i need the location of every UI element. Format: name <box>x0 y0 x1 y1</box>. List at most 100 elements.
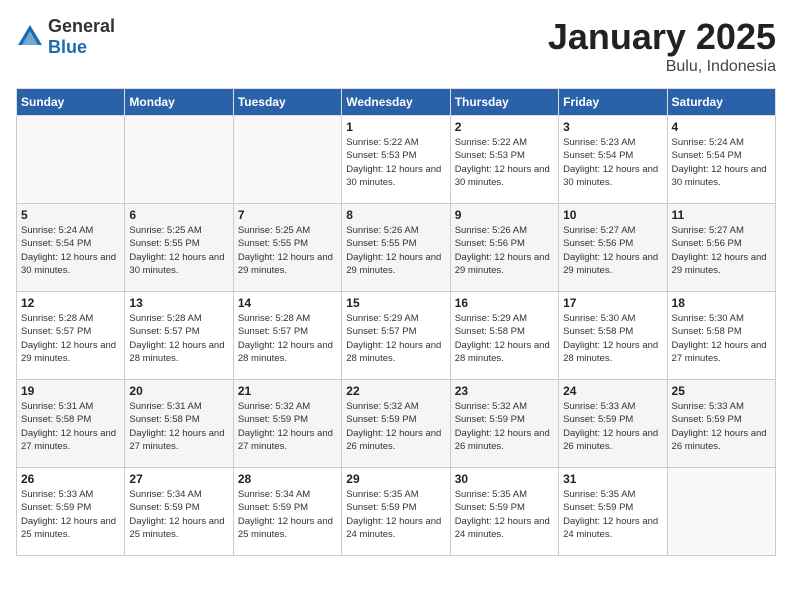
calendar-cell: 21Sunrise: 5:32 AM Sunset: 5:59 PM Dayli… <box>233 380 341 468</box>
day-number: 9 <box>455 208 554 222</box>
day-info: Sunrise: 5:25 AM Sunset: 5:55 PM Dayligh… <box>129 224 228 277</box>
calendar-cell: 2Sunrise: 5:22 AM Sunset: 5:53 PM Daylig… <box>450 116 558 204</box>
day-info: Sunrise: 5:29 AM Sunset: 5:57 PM Dayligh… <box>346 312 445 365</box>
day-info: Sunrise: 5:24 AM Sunset: 5:54 PM Dayligh… <box>21 224 120 277</box>
day-number: 11 <box>672 208 771 222</box>
page-header: General Blue January 2025 Bulu, Indonesi… <box>16 16 776 76</box>
day-number: 25 <box>672 384 771 398</box>
day-number: 23 <box>455 384 554 398</box>
day-info: Sunrise: 5:34 AM Sunset: 5:59 PM Dayligh… <box>238 488 337 541</box>
day-info: Sunrise: 5:33 AM Sunset: 5:59 PM Dayligh… <box>21 488 120 541</box>
day-info: Sunrise: 5:31 AM Sunset: 5:58 PM Dayligh… <box>129 400 228 453</box>
calendar-cell <box>667 468 775 556</box>
calendar-cell: 10Sunrise: 5:27 AM Sunset: 5:56 PM Dayli… <box>559 204 667 292</box>
calendar-cell: 5 Sunrise: 5:24 AM Sunset: 5:54 PM Daylig… <box>17 204 125 292</box>
calendar-cell: 9 Sunrise: 5:26 AM Sunset: 5:56 PM Daylig… <box>450 204 558 292</box>
header-day: Thursday <box>450 89 558 116</box>
header-day: Tuesday <box>233 89 341 116</box>
header-day: Wednesday <box>342 89 450 116</box>
calendar-cell: 20Sunrise: 5:31 AM Sunset: 5:58 PM Dayli… <box>125 380 233 468</box>
day-info: Sunrise: 5:26 AM Sunset: 5:55 PM Dayligh… <box>346 224 445 277</box>
day-number: 5 <box>21 208 120 222</box>
calendar-cell: 16 Sunrise: 5:29 AM Sunset: 5:58 PM Dayli… <box>450 292 558 380</box>
calendar-cell: 15 Sunrise: 5:29 AM Sunset: 5:57 PM Dayli… <box>342 292 450 380</box>
calendar-table: SundayMondayTuesdayWednesdayThursdayFrid… <box>16 88 776 556</box>
calendar-cell: 3 Sunrise: 5:23 AM Sunset: 5:54 PM Daylig… <box>559 116 667 204</box>
calendar-cell: 13 Sunrise: 5:28 AM Sunset: 5:57 PM Dayli… <box>125 292 233 380</box>
day-info: Sunrise: 5:32 AM Sunset: 5:59 PM Dayligh… <box>346 400 445 453</box>
day-info: Sunrise: 5:29 AM Sunset: 5:58 PM Dayligh… <box>455 312 554 365</box>
header-row: SundayMondayTuesdayWednesdayThursdayFrid… <box>17 89 776 116</box>
calendar-cell: 14Sunrise: 5:28 AM Sunset: 5:57 PM Dayli… <box>233 292 341 380</box>
day-info: Sunrise: 5:22 AM Sunset: 5:53 PM Dayligh… <box>455 136 554 189</box>
day-number: 12 <box>21 296 120 310</box>
calendar-title: January 2025 <box>548 16 776 58</box>
calendar-cell: 6 Sunrise: 5:25 AM Sunset: 5:55 PM Daylig… <box>125 204 233 292</box>
calendar-cell: 12Sunrise: 5:28 AM Sunset: 5:57 PM Dayli… <box>17 292 125 380</box>
day-info: Sunrise: 5:33 AM Sunset: 5:59 PM Dayligh… <box>672 400 771 453</box>
day-info: Sunrise: 5:28 AM Sunset: 5:57 PM Dayligh… <box>129 312 228 365</box>
calendar-row: 5 Sunrise: 5:24 AM Sunset: 5:54 PM Daylig… <box>17 204 776 292</box>
day-number: 4 <box>672 120 771 134</box>
day-info: Sunrise: 5:35 AM Sunset: 5:59 PM Dayligh… <box>455 488 554 541</box>
calendar-cell: 27Sunrise: 5:34 AM Sunset: 5:59 PM Dayli… <box>125 468 233 556</box>
day-info: Sunrise: 5:30 AM Sunset: 5:58 PM Dayligh… <box>672 312 771 365</box>
calendar-cell: 30 Sunrise: 5:35 AM Sunset: 5:59 PM Dayli… <box>450 468 558 556</box>
day-info: Sunrise: 5:24 AM Sunset: 5:54 PM Dayligh… <box>672 136 771 189</box>
day-number: 13 <box>129 296 228 310</box>
calendar-cell: 24Sunrise: 5:33 AM Sunset: 5:59 PM Dayli… <box>559 380 667 468</box>
calendar-row: 12 Sunrise: 5:28 AM Sunset: 5:57 PM Dayli… <box>17 292 776 380</box>
logo-general: General <box>48 16 115 36</box>
logo: General Blue <box>16 16 115 58</box>
calendar-cell: 19 Sunrise: 5:31 AM Sunset: 5:58 PM Dayli… <box>17 380 125 468</box>
day-info: Sunrise: 5:25 AM Sunset: 5:55 PM Dayligh… <box>238 224 337 277</box>
calendar-header: SundayMondayTuesdayWednesdayThursdayFrid… <box>17 89 776 116</box>
day-info: Sunrise: 5:35 AM Sunset: 5:59 PM Dayligh… <box>346 488 445 541</box>
calendar-row: 19 Sunrise: 5:31 AM Sunset: 5:58 PM Dayli… <box>17 380 776 468</box>
calendar-body: 1 Sunrise: 5:22 AM Sunset: 5:53 PM Daylig… <box>17 116 776 556</box>
header-day: Friday <box>559 89 667 116</box>
day-info: Sunrise: 5:33 AM Sunset: 5:59 PM Dayligh… <box>563 400 662 453</box>
calendar-cell: 25 Sunrise: 5:33 AM Sunset: 5:59 PM Dayli… <box>667 380 775 468</box>
calendar-cell: 8 Sunrise: 5:26 AM Sunset: 5:55 PM Daylig… <box>342 204 450 292</box>
calendar-cell: 1Sunrise: 5:22 AM Sunset: 5:53 PM Daylig… <box>342 116 450 204</box>
day-number: 17 <box>563 296 662 310</box>
day-info: Sunrise: 5:34 AM Sunset: 5:59 PM Dayligh… <box>129 488 228 541</box>
day-number: 10 <box>563 208 662 222</box>
calendar-cell: 4 Sunrise: 5:24 AM Sunset: 5:54 PM Daylig… <box>667 116 775 204</box>
day-info: Sunrise: 5:28 AM Sunset: 5:57 PM Dayligh… <box>238 312 337 365</box>
logo-text: General Blue <box>48 16 115 58</box>
calendar-subtitle: Bulu, Indonesia <box>548 58 776 76</box>
calendar-cell: 29Sunrise: 5:35 AM Sunset: 5:59 PM Dayli… <box>342 468 450 556</box>
day-number: 1 <box>346 120 445 134</box>
day-info: Sunrise: 5:26 AM Sunset: 5:56 PM Dayligh… <box>455 224 554 277</box>
logo-icon <box>16 23 44 51</box>
calendar-cell <box>125 116 233 204</box>
day-number: 16 <box>455 296 554 310</box>
day-info: Sunrise: 5:23 AM Sunset: 5:54 PM Dayligh… <box>563 136 662 189</box>
calendar-cell: 26 Sunrise: 5:33 AM Sunset: 5:59 PM Dayli… <box>17 468 125 556</box>
day-number: 31 <box>563 472 662 486</box>
day-number: 6 <box>129 208 228 222</box>
calendar-cell: 31Sunrise: 5:35 AM Sunset: 5:59 PM Dayli… <box>559 468 667 556</box>
day-number: 30 <box>455 472 554 486</box>
calendar-cell: 23Sunrise: 5:32 AM Sunset: 5:59 PM Dayli… <box>450 380 558 468</box>
day-info: Sunrise: 5:27 AM Sunset: 5:56 PM Dayligh… <box>672 224 771 277</box>
day-number: 8 <box>346 208 445 222</box>
day-number: 21 <box>238 384 337 398</box>
calendar-cell: 7 Sunrise: 5:25 AM Sunset: 5:55 PM Daylig… <box>233 204 341 292</box>
day-number: 7 <box>238 208 337 222</box>
calendar-cell: 28Sunrise: 5:34 AM Sunset: 5:59 PM Dayli… <box>233 468 341 556</box>
day-number: 19 <box>21 384 120 398</box>
day-number: 18 <box>672 296 771 310</box>
calendar-row: 1 Sunrise: 5:22 AM Sunset: 5:53 PM Daylig… <box>17 116 776 204</box>
header-day: Saturday <box>667 89 775 116</box>
day-number: 26 <box>21 472 120 486</box>
calendar-cell: 11 Sunrise: 5:27 AM Sunset: 5:56 PM Dayli… <box>667 204 775 292</box>
day-info: Sunrise: 5:31 AM Sunset: 5:58 PM Dayligh… <box>21 400 120 453</box>
day-number: 3 <box>563 120 662 134</box>
calendar-cell <box>17 116 125 204</box>
day-info: Sunrise: 5:30 AM Sunset: 5:58 PM Dayligh… <box>563 312 662 365</box>
day-number: 15 <box>346 296 445 310</box>
logo-blue: Blue <box>48 37 87 57</box>
